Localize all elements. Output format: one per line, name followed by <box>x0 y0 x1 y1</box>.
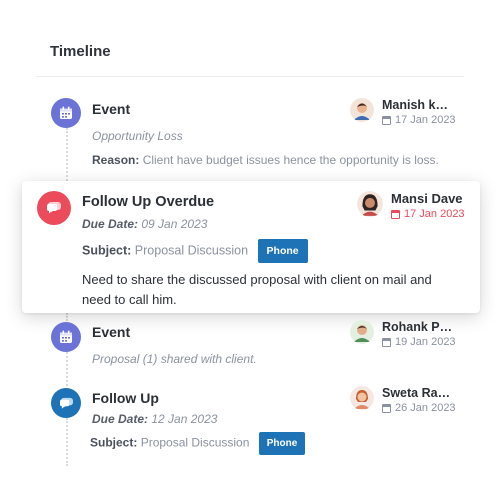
due-date-value: 12 Jan 2023 <box>151 412 218 426</box>
timeline-connector <box>66 313 68 321</box>
event-title: Event <box>92 324 131 340</box>
calendar-icon <box>382 403 391 413</box>
phone-button[interactable]: Phone <box>258 432 306 455</box>
user-date: 19 Jan 2023 <box>395 336 456 348</box>
calendar-icon <box>51 322 81 352</box>
reason-label: Reason: <box>92 153 140 167</box>
user-info[interactable]: Manish kot... 17 Jan 2023 <box>350 98 456 126</box>
subject-row: Subject: Proposal Discussion Phone <box>82 239 308 263</box>
reason-text: Client have budget issues hence the oppo… <box>142 153 439 167</box>
chat-bubble-icon <box>37 191 71 225</box>
calendar-icon <box>391 209 400 219</box>
timeline-card-follow-up-overdue[interactable]: Follow Up Overdue Due Date: 09 Jan 2023 … <box>22 181 480 313</box>
timeline-connector <box>66 418 68 466</box>
event-title: Event <box>92 101 131 117</box>
due-date-value: 09 Jan 2023 <box>141 217 208 231</box>
user-info[interactable]: Sweta Rau... 26 Jan 2023 <box>350 386 456 414</box>
avatar <box>350 320 374 344</box>
calendar-icon <box>382 337 391 347</box>
user-date: 17 Jan 2023 <box>404 208 465 220</box>
avatar <box>357 191 383 217</box>
subject-text: Proposal Discussion <box>134 243 249 258</box>
title-divider <box>36 76 464 77</box>
user-info[interactable]: Rohank Pa... 19 Jan 2023 <box>350 320 456 348</box>
user-name: Mansi Dave <box>391 191 463 206</box>
calendar-icon <box>382 115 391 125</box>
avatar <box>350 98 374 122</box>
timeline-connector <box>66 352 68 386</box>
subject-text: Proposal Discussion <box>140 435 250 450</box>
subject-row: Subject: Proposal Discussion Phone <box>90 432 306 455</box>
user-date: 17 Jan 2023 <box>395 114 456 126</box>
timeline-connector <box>66 128 68 188</box>
page-title: Timeline <box>50 43 111 60</box>
user-name: Rohank Pa... <box>382 320 454 334</box>
user-name: Sweta Rau... <box>382 386 454 400</box>
calendar-icon <box>51 98 81 128</box>
due-date-label: Due Date: <box>82 217 139 231</box>
avatar <box>350 386 374 410</box>
event-subtitle: Opportunity Loss <box>92 129 183 143</box>
subject-label: Subject: <box>82 243 132 258</box>
due-date-row: Due Date: 09 Jan 2023 <box>82 217 207 231</box>
user-date: 26 Jan 2023 <box>395 402 456 414</box>
reason-row: Reason: Client have budget issues hence … <box>92 153 439 167</box>
event-subtitle: Proposal (1) shared with client. <box>92 352 257 366</box>
phone-button[interactable]: Phone <box>257 239 308 263</box>
follow-up-title: Follow Up <box>92 390 159 406</box>
user-info[interactable]: Mansi Dave 17 Jan 2023 <box>357 191 477 220</box>
follow-up-description: Need to share the discussed proposal wit… <box>82 272 432 307</box>
due-date-label: Due Date: <box>92 412 149 426</box>
user-name: Manish kot... <box>382 98 454 112</box>
due-date-row: Due Date: 12 Jan 2023 <box>92 412 217 426</box>
subject-label: Subject: <box>90 435 138 450</box>
chat-bubble-icon <box>51 388 81 418</box>
follow-up-overdue-title: Follow Up Overdue <box>82 194 215 210</box>
